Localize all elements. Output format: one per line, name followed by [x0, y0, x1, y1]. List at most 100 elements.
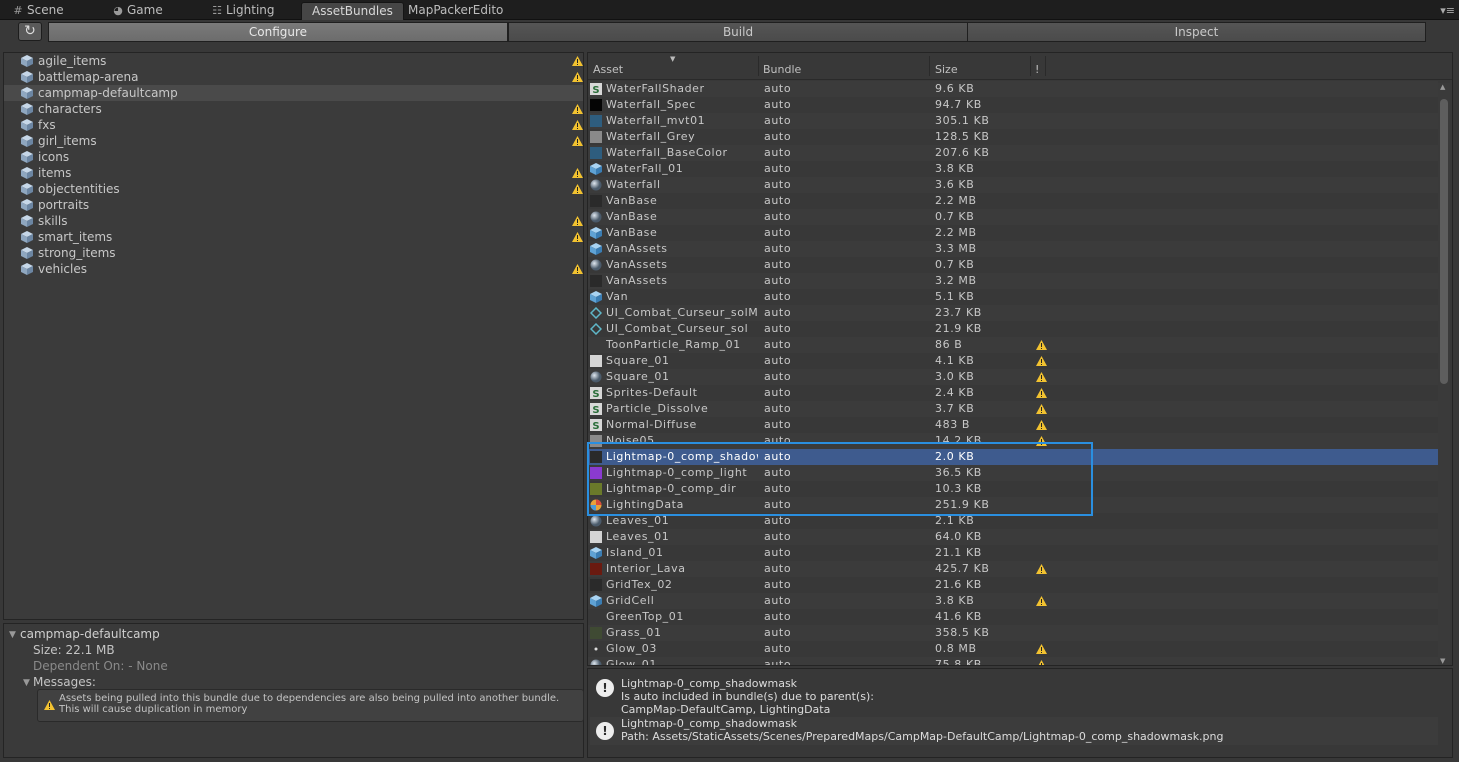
asset-row[interactable]: Noise05 auto 14.2 KB [588, 433, 1438, 449]
scroll-down-icon[interactable]: ▼ [1440, 657, 1445, 665]
asset-row[interactable]: S WaterFallShader auto 9.6 KB [588, 81, 1438, 97]
asset-row[interactable]: ToonParticle_Ramp_01 auto 86 B [588, 337, 1438, 353]
bundle-row[interactable]: objectentities [4, 181, 583, 197]
asset-row[interactable]: UI_Combat_Curseur_sol auto 21.9 KB [588, 321, 1438, 337]
column-header-size[interactable]: Size [935, 63, 958, 76]
bundle-row[interactable]: agile_items [4, 53, 583, 69]
vertical-scrollbar[interactable]: ▲ ▼ [1438, 83, 1450, 665]
asset-row[interactable]: VanBase auto 0.7 KB [588, 209, 1438, 225]
asset-row[interactable]: Van auto 5.1 KB [588, 289, 1438, 305]
asset-row[interactable]: GreenTop_01 auto 41.6 KB [588, 609, 1438, 625]
asset-row[interactable]: Leaves_01 auto 2.1 KB [588, 513, 1438, 529]
bundle-cube-icon [21, 103, 33, 115]
asset-row[interactable]: Lightmap-0_comp_shadowmask auto 2.0 KB [588, 449, 1438, 465]
asset-bundle: auto [764, 210, 792, 223]
details-size: Size: 22.1 MB [33, 643, 115, 657]
warning-icon [1036, 404, 1047, 414]
asset-name: Grass_01 [606, 626, 662, 639]
warning-icon [572, 232, 583, 242]
asset-row[interactable]: WaterFall_01 auto 3.8 KB [588, 161, 1438, 177]
asset-row[interactable]: UI_Combat_Curseur_solMi auto 23.7 KB [588, 305, 1438, 321]
asset-bundle: auto [764, 194, 792, 207]
configure-button[interactable]: Configure [48, 22, 508, 42]
asset-row[interactable]: GridTex_02 auto 21.6 KB [588, 577, 1438, 593]
asset-row[interactable]: Interior_Lava auto 425.7 KB [588, 561, 1438, 577]
asset-row[interactable]: Waterfall_Grey auto 128.5 KB [588, 129, 1438, 145]
asset-row[interactable]: Waterfall_mvt01 auto 305.1 KB [588, 113, 1438, 129]
asset-bundle: auto [764, 594, 792, 607]
asset-row[interactable]: VanAssets auto 3.2 MB [588, 273, 1438, 289]
material-icon [590, 259, 602, 271]
bundle-row[interactable]: items [4, 165, 583, 181]
asset-size: 75.8 KB [935, 658, 982, 666]
tab-game[interactable]: ◕ Game [104, 2, 163, 20]
asset-size: 23.7 KB [935, 306, 982, 319]
build-button[interactable]: Build [508, 22, 968, 42]
bundle-row[interactable]: characters [4, 101, 583, 117]
column-divider[interactable] [1045, 56, 1046, 76]
asset-size: 425.7 KB [935, 562, 990, 575]
tab-menu-icon[interactable]: ▾≡ [1440, 4, 1455, 17]
texture-white-icon [590, 355, 602, 367]
asset-row[interactable]: VanBase auto 2.2 MB [588, 193, 1438, 209]
bundle-row[interactable]: strong_items [4, 245, 583, 261]
asset-row[interactable]: LightingData auto 251.9 KB [588, 497, 1438, 513]
asset-row[interactable]: S Particle_Dissolve auto 3.7 KB [588, 401, 1438, 417]
asset-row[interactable]: GridCell auto 3.8 KB [588, 593, 1438, 609]
scrollbar-thumb[interactable] [1440, 99, 1448, 384]
shader-icon: S [590, 403, 602, 415]
column-header-warning[interactable]: ! [1035, 63, 1039, 76]
column-header-bundle[interactable]: Bundle [763, 63, 801, 76]
bundle-row[interactable]: vehicles [4, 261, 583, 277]
bundle-cube-icon [21, 231, 33, 243]
asset-row[interactable]: Waterfall auto 3.6 KB [588, 177, 1438, 193]
asset-bundle: auto [764, 562, 792, 575]
bundle-row[interactable]: portraits [4, 197, 583, 213]
tab-lighting[interactable]: ☷ Lighting [203, 2, 274, 20]
tab-mappackereditor[interactable]: MapPackerEdito [400, 2, 503, 20]
table-header: Asset ▼ Bundle Size ! [588, 53, 1452, 80]
material-icon [590, 179, 602, 191]
refresh-button[interactable]: ↻ [18, 22, 42, 41]
bundle-row[interactable]: smart_items [4, 229, 583, 245]
tab-scene[interactable]: # Scene [4, 2, 63, 20]
asset-row[interactable]: Leaves_01 auto 64.0 KB [588, 529, 1438, 545]
asset-row[interactable]: VanAssets auto 3.3 MB [588, 241, 1438, 257]
asset-row[interactable]: S Normal-Diffuse auto 483 B [588, 417, 1438, 433]
bundle-row[interactable]: battlemap-arena [4, 69, 583, 85]
tab-assetbundles[interactable]: AssetBundles [301, 2, 404, 20]
column-divider[interactable] [758, 56, 759, 76]
asset-row[interactable]: Square_01 auto 4.1 KB [588, 353, 1438, 369]
asset-size: 36.5 KB [935, 466, 982, 479]
asset-row[interactable]: Island_01 auto 21.1 KB [588, 545, 1438, 561]
asset-bundle: auto [764, 130, 792, 143]
bundle-row[interactable]: skills [4, 213, 583, 229]
column-divider[interactable] [1030, 56, 1031, 76]
asset-size: 483 B [935, 418, 971, 431]
asset-row[interactable]: Lightmap-0_comp_light auto 36.5 KB [588, 465, 1438, 481]
asset-row[interactable]: Glow_03 auto 0.8 MB [588, 641, 1438, 657]
asset-row[interactable]: S Sprites-Default auto 2.4 KB [588, 385, 1438, 401]
foldout-arrow-icon[interactable]: ▼ [9, 630, 16, 640]
asset-row[interactable]: Waterfall_Spec auto 94.7 KB [588, 97, 1438, 113]
bundle-row[interactable]: icons [4, 149, 583, 165]
warning-icon [572, 120, 583, 130]
bundle-row[interactable]: fxs [4, 117, 583, 133]
asset-row[interactable]: Grass_01 auto 358.5 KB [588, 625, 1438, 641]
asset-row[interactable]: Lightmap-0_comp_dir auto 10.3 KB [588, 481, 1438, 497]
messages-foldout-icon[interactable]: ▼ [23, 678, 30, 688]
column-header-asset[interactable]: Asset [593, 63, 623, 76]
bundle-row[interactable]: girl_items [4, 133, 583, 149]
inspect-button[interactable]: Inspect [967, 22, 1426, 42]
asset-row[interactable]: Waterfall_BaseColor auto 207.6 KB [588, 145, 1438, 161]
scroll-up-icon[interactable]: ▲ [1440, 83, 1445, 91]
bundle-cube-icon [21, 71, 33, 83]
asset-row[interactable]: VanAssets auto 0.7 KB [588, 257, 1438, 273]
asset-row[interactable]: Glow_01 auto 75.8 KB [588, 657, 1438, 666]
bundle-cube-icon [21, 119, 33, 131]
bundle-row[interactable]: campmap-defaultcamp [4, 85, 583, 101]
asset-row[interactable]: Square_01 auto 3.0 KB [588, 369, 1438, 385]
prefab-icon [590, 291, 602, 303]
column-divider[interactable] [929, 56, 930, 76]
asset-row[interactable]: VanBase auto 2.2 MB [588, 225, 1438, 241]
